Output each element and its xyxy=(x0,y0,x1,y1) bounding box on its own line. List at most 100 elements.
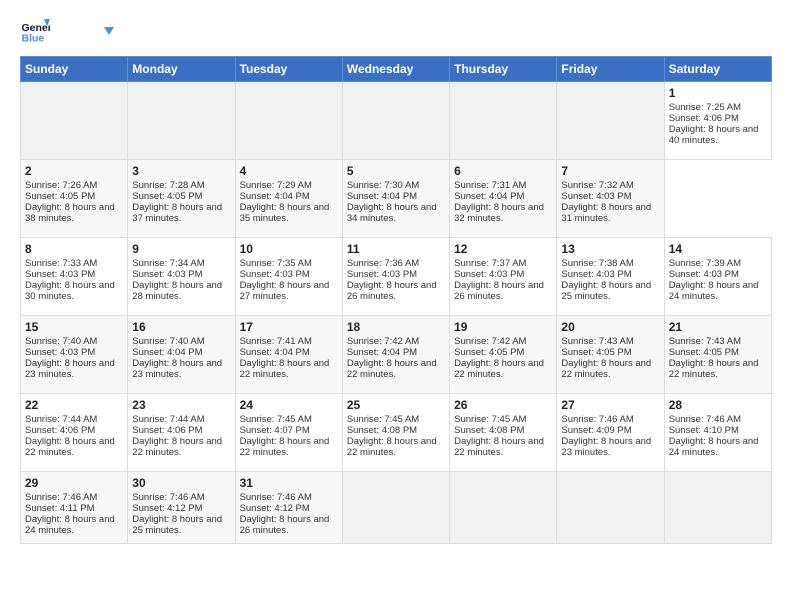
svg-text:Blue: Blue xyxy=(22,33,45,45)
daylight-text: Daylight: 8 hours and 22 minutes. xyxy=(132,436,222,458)
header: General Blue xyxy=(20,16,772,46)
day-number: 3 xyxy=(132,164,230,178)
calendar-table: SundayMondayTuesdayWednesdayThursdayFrid… xyxy=(20,56,772,544)
calendar-cell: 1Sunrise: 7:25 AMSunset: 4:06 PMDaylight… xyxy=(664,82,771,160)
day-number: 17 xyxy=(240,320,338,334)
sunset-text: Sunset: 4:08 PM xyxy=(454,425,524,436)
daylight-text: Daylight: 8 hours and 28 minutes. xyxy=(132,280,222,302)
daylight-text: Daylight: 8 hours and 26 minutes. xyxy=(454,280,544,302)
daylight-text: Daylight: 8 hours and 32 minutes. xyxy=(454,202,544,224)
header-row: SundayMondayTuesdayWednesdayThursdayFrid… xyxy=(21,57,772,82)
calendar-cell xyxy=(342,82,449,160)
day-number: 6 xyxy=(454,164,552,178)
sunset-text: Sunset: 4:05 PM xyxy=(132,191,202,202)
sunset-text: Sunset: 4:06 PM xyxy=(669,113,739,124)
daylight-text: Daylight: 8 hours and 25 minutes. xyxy=(132,514,222,536)
day-number: 9 xyxy=(132,242,230,256)
week-row-1: 1Sunrise: 7:25 AMSunset: 4:06 PMDaylight… xyxy=(21,82,772,160)
day-number: 8 xyxy=(25,242,123,256)
week-row-3: 8Sunrise: 7:33 AMSunset: 4:03 PMDaylight… xyxy=(21,238,772,316)
calendar-cell: 7Sunrise: 7:32 AMSunset: 4:03 PMDaylight… xyxy=(557,160,664,238)
sunrise-text: Sunrise: 7:41 AM xyxy=(240,336,312,347)
sunrise-text: Sunrise: 7:45 AM xyxy=(454,414,526,425)
sunset-text: Sunset: 4:03 PM xyxy=(561,269,631,280)
daylight-text: Daylight: 8 hours and 30 minutes. xyxy=(25,280,115,302)
daylight-text: Daylight: 8 hours and 22 minutes. xyxy=(454,358,544,380)
day-number: 12 xyxy=(454,242,552,256)
sunrise-text: Sunrise: 7:37 AM xyxy=(454,258,526,269)
sunset-text: Sunset: 4:03 PM xyxy=(25,347,95,358)
sunrise-text: Sunrise: 7:25 AM xyxy=(669,102,741,113)
sunset-text: Sunset: 4:04 PM xyxy=(132,347,202,358)
sunset-text: Sunset: 4:11 PM xyxy=(25,503,95,514)
sunrise-text: Sunrise: 7:30 AM xyxy=(347,180,419,191)
sunrise-text: Sunrise: 7:46 AM xyxy=(669,414,741,425)
calendar-cell: 23Sunrise: 7:44 AMSunset: 4:06 PMDayligh… xyxy=(128,394,235,472)
calendar-cell: 4Sunrise: 7:29 AMSunset: 4:04 PMDaylight… xyxy=(235,160,342,238)
sunrise-text: Sunrise: 7:33 AM xyxy=(25,258,97,269)
sunrise-text: Sunrise: 7:42 AM xyxy=(454,336,526,347)
sunrise-text: Sunrise: 7:38 AM xyxy=(561,258,633,269)
sunset-text: Sunset: 4:04 PM xyxy=(454,191,524,202)
day-number: 18 xyxy=(347,320,445,334)
col-header-monday: Monday xyxy=(128,57,235,82)
col-header-friday: Friday xyxy=(557,57,664,82)
sunset-text: Sunset: 4:07 PM xyxy=(240,425,310,436)
sunset-text: Sunset: 4:03 PM xyxy=(132,269,202,280)
sunset-text: Sunset: 4:04 PM xyxy=(240,191,310,202)
calendar-cell: 30Sunrise: 7:46 AMSunset: 4:12 PMDayligh… xyxy=(128,472,235,544)
day-number: 22 xyxy=(25,398,123,412)
sunrise-text: Sunrise: 7:36 AM xyxy=(347,258,419,269)
daylight-text: Daylight: 8 hours and 31 minutes. xyxy=(561,202,651,224)
sunset-text: Sunset: 4:03 PM xyxy=(347,269,417,280)
week-row-6: 29Sunrise: 7:46 AMSunset: 4:11 PMDayligh… xyxy=(21,472,772,544)
sunset-text: Sunset: 4:03 PM xyxy=(240,269,310,280)
daylight-text: Daylight: 8 hours and 23 minutes. xyxy=(132,358,222,380)
day-number: 15 xyxy=(25,320,123,334)
sunrise-text: Sunrise: 7:43 AM xyxy=(669,336,741,347)
sunset-text: Sunset: 4:12 PM xyxy=(240,503,310,514)
calendar-cell xyxy=(557,82,664,160)
col-header-saturday: Saturday xyxy=(664,57,771,82)
daylight-text: Daylight: 8 hours and 27 minutes. xyxy=(240,280,330,302)
calendar-cell: 25Sunrise: 7:45 AMSunset: 4:08 PMDayligh… xyxy=(342,394,449,472)
calendar-cell xyxy=(342,472,449,544)
day-number: 14 xyxy=(669,242,767,256)
sunrise-text: Sunrise: 7:29 AM xyxy=(240,180,312,191)
sunrise-text: Sunrise: 7:44 AM xyxy=(25,414,97,425)
day-number: 31 xyxy=(240,476,338,490)
day-number: 19 xyxy=(454,320,552,334)
sunset-text: Sunset: 4:06 PM xyxy=(132,425,202,436)
sunset-text: Sunset: 4:05 PM xyxy=(669,347,739,358)
calendar-cell: 29Sunrise: 7:46 AMSunset: 4:11 PMDayligh… xyxy=(21,472,128,544)
sunrise-text: Sunrise: 7:34 AM xyxy=(132,258,204,269)
week-row-2: 2Sunrise: 7:26 AMSunset: 4:05 PMDaylight… xyxy=(21,160,772,238)
col-header-sunday: Sunday xyxy=(21,57,128,82)
sunset-text: Sunset: 4:03 PM xyxy=(669,269,739,280)
sunrise-text: Sunrise: 7:46 AM xyxy=(561,414,633,425)
sunrise-text: Sunrise: 7:26 AM xyxy=(25,180,97,191)
sunrise-text: Sunrise: 7:40 AM xyxy=(132,336,204,347)
calendar-cell: 17Sunrise: 7:41 AMSunset: 4:04 PMDayligh… xyxy=(235,316,342,394)
day-number: 29 xyxy=(25,476,123,490)
calendar-cell: 2Sunrise: 7:26 AMSunset: 4:05 PMDaylight… xyxy=(21,160,128,238)
day-number: 27 xyxy=(561,398,659,412)
calendar-cell: 26Sunrise: 7:45 AMSunset: 4:08 PMDayligh… xyxy=(450,394,557,472)
daylight-text: Daylight: 8 hours and 22 minutes. xyxy=(561,358,651,380)
calendar-cell: 27Sunrise: 7:46 AMSunset: 4:09 PMDayligh… xyxy=(557,394,664,472)
daylight-text: Daylight: 8 hours and 24 minutes. xyxy=(25,514,115,536)
day-number: 26 xyxy=(454,398,552,412)
calendar-cell: 21Sunrise: 7:43 AMSunset: 4:05 PMDayligh… xyxy=(664,316,771,394)
sunrise-text: Sunrise: 7:31 AM xyxy=(454,180,526,191)
daylight-text: Daylight: 8 hours and 38 minutes. xyxy=(25,202,115,224)
day-number: 7 xyxy=(561,164,659,178)
calendar-cell: 6 Sunrise: 7:31 AMSunset: 4:04 PMDaylight… xyxy=(450,160,557,238)
sunset-text: Sunset: 4:05 PM xyxy=(25,191,95,202)
day-number: 5 xyxy=(347,164,445,178)
sunset-text: Sunset: 4:04 PM xyxy=(240,347,310,358)
calendar-cell: 9 Sunrise: 7:34 AMSunset: 4:03 PMDaylight… xyxy=(128,238,235,316)
calendar-cell xyxy=(450,472,557,544)
sunset-text: Sunset: 4:03 PM xyxy=(454,269,524,280)
daylight-text: Daylight: 8 hours and 23 minutes. xyxy=(561,436,651,458)
daylight-text: Daylight: 8 hours and 22 minutes. xyxy=(347,358,437,380)
